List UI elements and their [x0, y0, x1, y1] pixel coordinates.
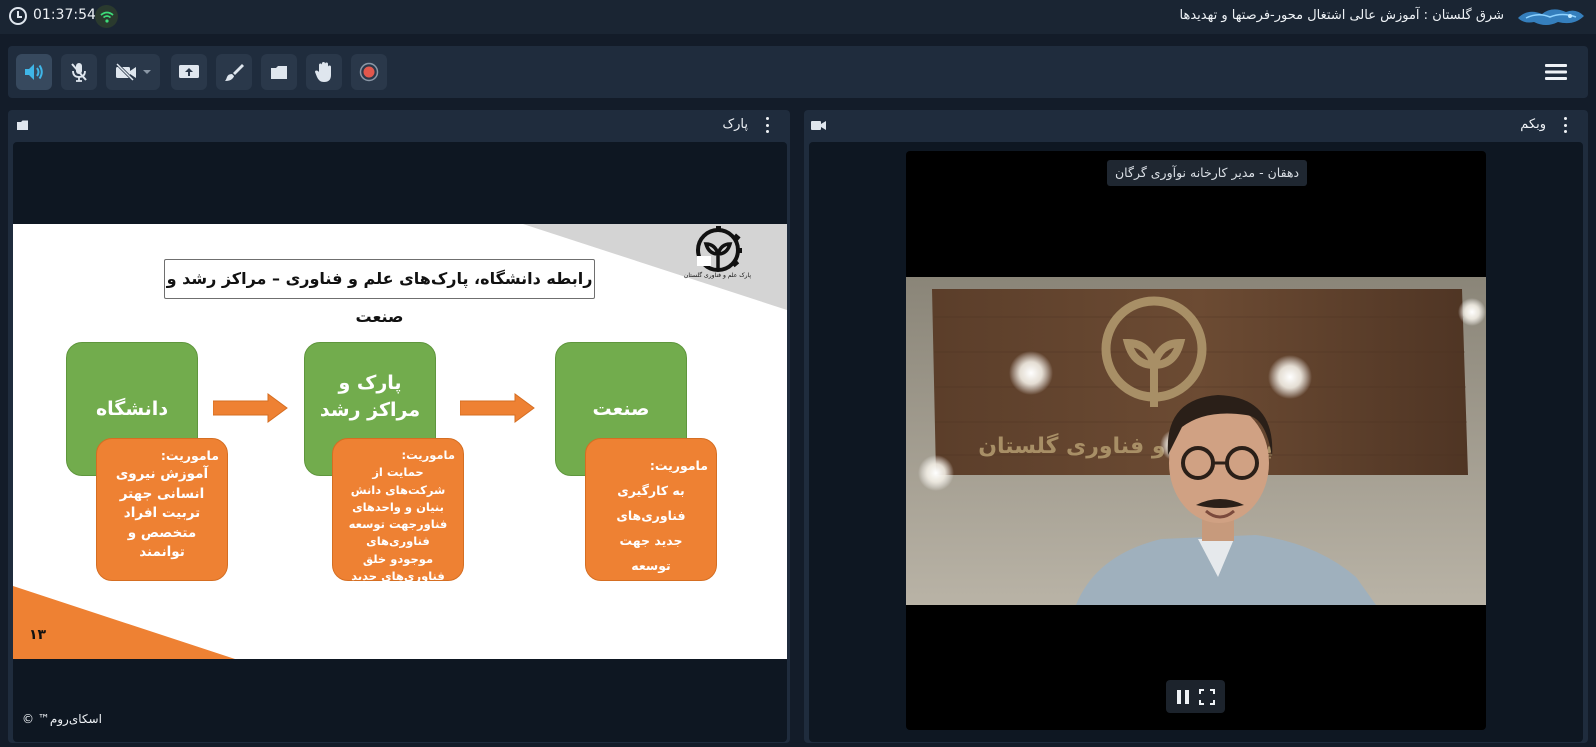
presentation-panel-header: پارک	[8, 110, 790, 140]
hamburger-icon	[1545, 64, 1567, 80]
skyroom-logo-icon	[1514, 4, 1586, 28]
park-mission-box: ماموریت: حمایت از شرکت‌های دانش بنیان و …	[332, 438, 464, 583]
draw-button[interactable]	[216, 54, 252, 90]
video-participant-label: دهقان - مدیر کارخانه نوآوری گرگان	[1107, 160, 1308, 186]
toolbar	[8, 46, 1588, 98]
fullscreen-icon[interactable]	[1198, 688, 1215, 705]
industry-mission-text: به کارگیری فناوری‌های جدید جهت توسعه اقت…	[616, 483, 686, 598]
clock-icon	[9, 7, 27, 25]
slide-logo: پارک علم و فناوری گلستان	[683, 226, 751, 284]
menu-button[interactable]	[1540, 56, 1572, 88]
pause-icon[interactable]	[1176, 689, 1190, 705]
arrow-right-icon	[213, 393, 288, 423]
slide-page-number: ۱۳	[29, 627, 47, 643]
room-title: شرق گلستان : آموزش عالی اشتغال محور-فرصت…	[1179, 8, 1504, 23]
park-label: پارک و مراکز رشد	[319, 372, 421, 421]
slide-logo-caption: پارک علم و فناوری گلستان	[683, 272, 751, 279]
record-icon	[359, 62, 379, 82]
share-screen-button[interactable]	[171, 54, 207, 90]
file-icon	[271, 66, 287, 79]
speaker-icon	[25, 64, 43, 80]
session-clock: 01:37:54	[33, 7, 96, 23]
chevron-down-icon[interactable]	[142, 69, 152, 75]
files-button[interactable]	[261, 54, 297, 90]
industry-mission-box: ماموریت: به کارگیری فناوری‌های جدید جهت …	[585, 438, 717, 598]
camera-button[interactable]	[106, 54, 160, 90]
mic-off-icon	[71, 63, 87, 82]
skyroom-watermark: اسکای‌روم™ ©	[22, 712, 102, 726]
file-icon	[17, 120, 28, 130]
record-button[interactable]	[351, 54, 387, 90]
university-mission-text: آموزش نیروی انسانی جهتر تربیت افراد متخص…	[115, 466, 209, 561]
mission-heading: ماموریت:	[401, 448, 455, 462]
microphone-button[interactable]	[61, 54, 97, 90]
raise-hand-icon	[315, 62, 331, 82]
panel-menu-icon[interactable]	[1560, 116, 1570, 134]
webcam-panel-header: وبکم	[804, 110, 1588, 140]
presentation-panel-title: پارک	[722, 117, 749, 132]
raise-hand-button[interactable]	[306, 54, 342, 90]
gear-logo-icon	[696, 226, 742, 272]
webcam-video[interactable]: دهقان - مدیر کارخانه نوآوری گرگان پارک ع…	[906, 151, 1486, 730]
speaker-button[interactable]	[16, 54, 52, 90]
webcam-panel-title: وبکم	[1520, 117, 1546, 132]
slide-title: رابطه دانشگاه، پارک‌های علم و فناوری – م…	[164, 259, 595, 326]
university-label: دانشگاه	[95, 397, 169, 420]
mission-heading: ماموریت:	[160, 448, 219, 463]
panel-menu-icon[interactable]	[762, 116, 772, 134]
industry-label: صنعت	[592, 397, 650, 420]
camera-off-icon	[115, 63, 136, 81]
share-screen-icon	[179, 65, 199, 78]
presentation-slide: پارک علم و فناوری گلستان رابطه دانشگاه، …	[13, 224, 787, 659]
park-mission-text: حمایت از شرکت‌های دانش بنیان و واحدهای ف…	[348, 465, 448, 583]
signal-icon[interactable]	[95, 5, 118, 28]
university-mission-box: ماموریت: آموزش نیروی انسانی جهتر تربیت ا…	[96, 438, 228, 581]
arrow-right-icon	[460, 393, 535, 423]
mission-heading: ماموریت:	[649, 458, 708, 473]
brush-icon	[225, 64, 244, 81]
video-frame: پارک علم و فناوری گلستان	[906, 277, 1486, 605]
video-controls	[1166, 680, 1225, 713]
camera-icon	[811, 121, 826, 130]
top-bar: 01:37:54 شرق گلستان : آموزش عالی اشتغال …	[0, 0, 1596, 34]
